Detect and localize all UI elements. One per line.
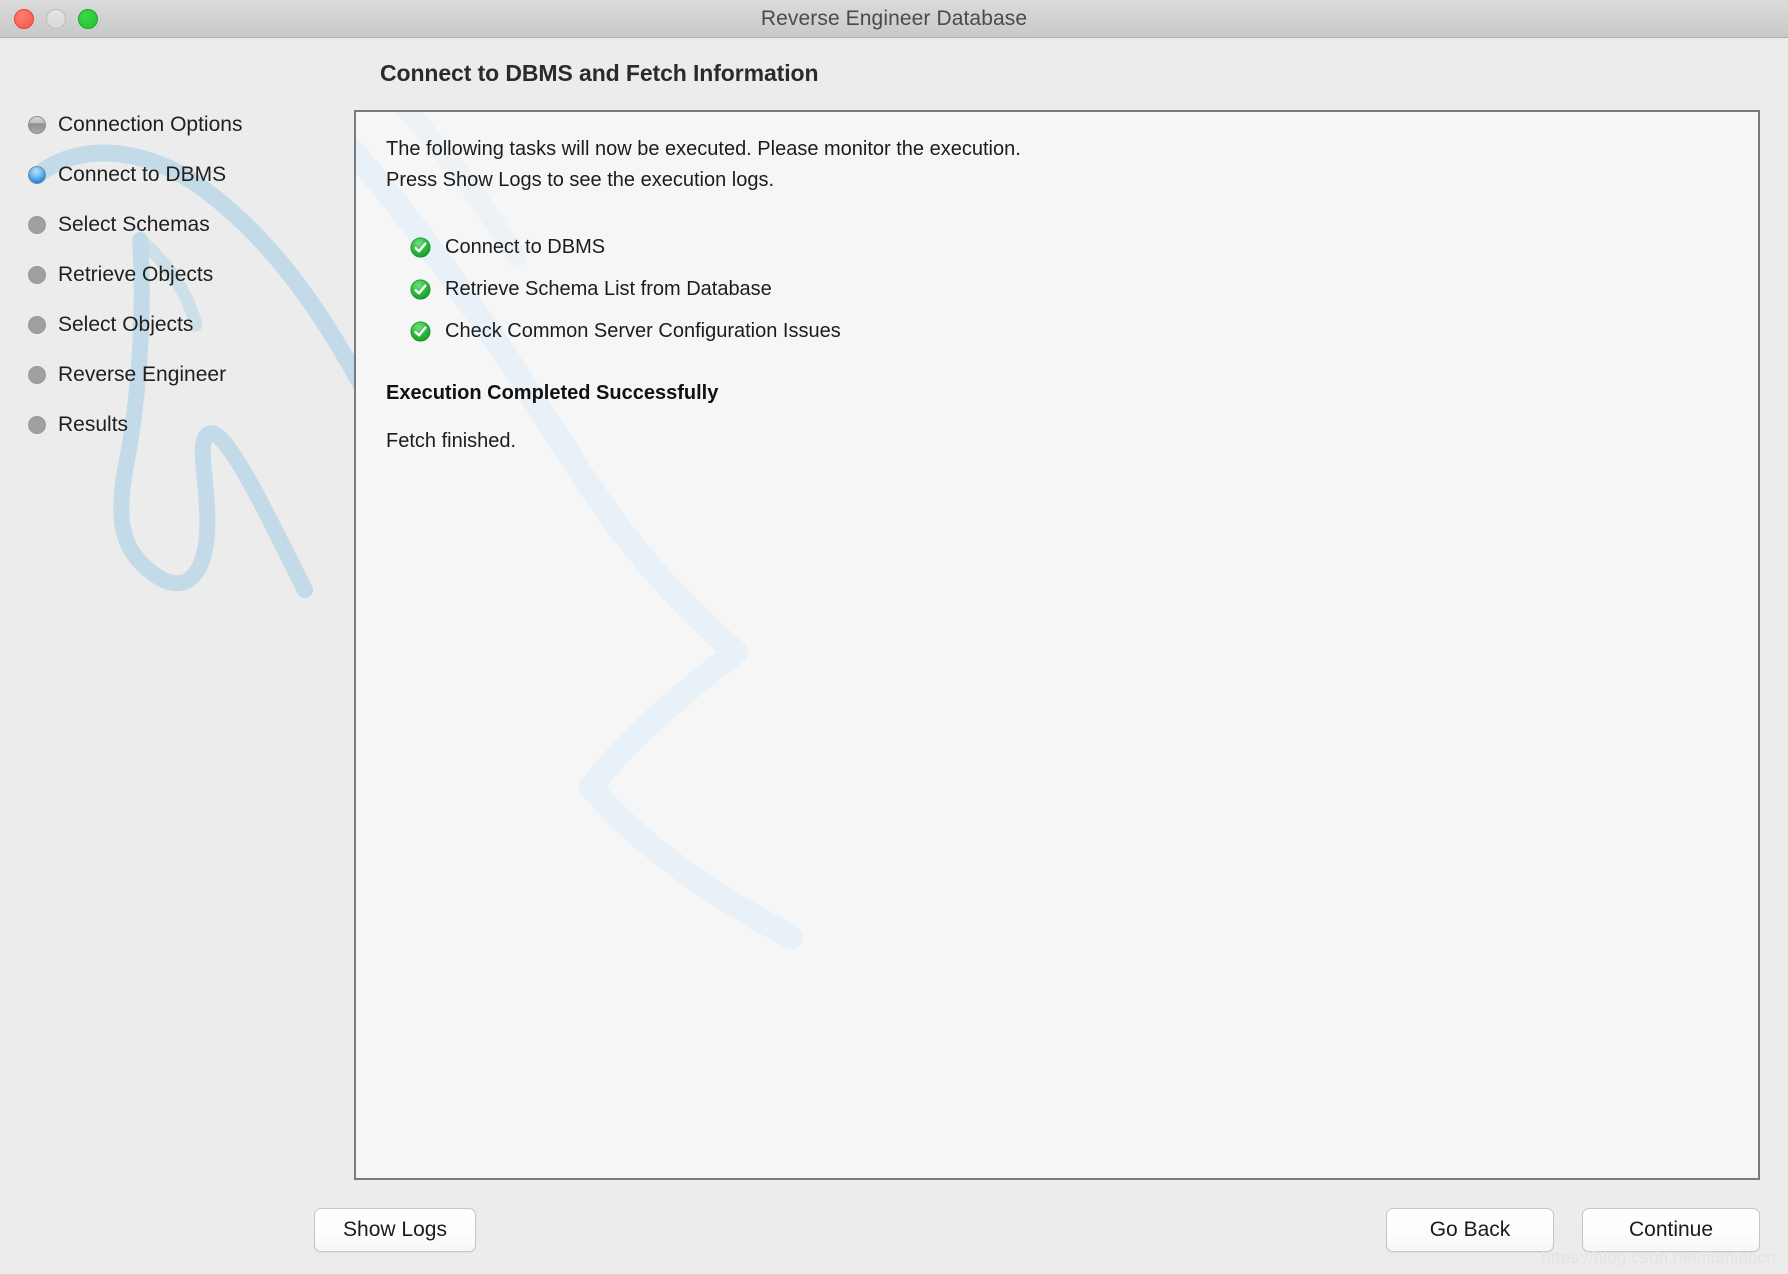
sidebar-step-retrieve-objects[interactable]: Retrieve Objects <box>0 250 340 300</box>
sidebar-step-label: Results <box>58 413 129 436</box>
sidebar-step-label: Connection Options <box>58 113 243 136</box>
execution-panel: The following tasks will now be executed… <box>354 110 1760 1180</box>
wizard-steps-sidebar: Connection Options Connect to DBMS Selec… <box>0 100 340 450</box>
sidebar-step-label: Select Schemas <box>58 213 210 236</box>
sidebar-step-reverse-engineer[interactable]: Reverse Engineer <box>0 350 340 400</box>
step-status-dot-pending-icon <box>28 366 46 384</box>
check-circle-icon <box>410 278 431 300</box>
step-status-dot-pending-icon <box>28 316 46 334</box>
task-label: Connect to DBMS <box>445 235 606 258</box>
show-logs-button[interactable]: Show Logs <box>314 1208 476 1252</box>
intro-text-line-2: Press Show Logs to see the execution log… <box>386 169 775 191</box>
go-back-button[interactable]: Go Back <box>1386 1208 1554 1252</box>
sidebar-step-select-objects[interactable]: Select Objects <box>0 300 340 350</box>
window-titlebar: Reverse Engineer Database <box>0 0 1788 38</box>
sidebar-step-label: Connect to DBMS <box>58 163 227 186</box>
window-title: Reverse Engineer Database <box>760 7 1028 30</box>
blog-watermark: https://blog.csdn.net/liumiaocn <box>1541 1248 1776 1267</box>
sidebar-step-label: Select Objects <box>58 313 194 336</box>
panel-content: The following tasks will now be executed… <box>356 112 1758 475</box>
execution-status-text: Execution Completed Successfully <box>386 382 719 404</box>
sidebar-step-connect-to-dbms[interactable]: Connect to DBMS <box>0 150 340 200</box>
sidebar-step-label: Retrieve Objects <box>58 263 214 286</box>
sidebar-step-connection-options[interactable]: Connection Options <box>0 100 340 150</box>
page-title: Connect to DBMS and Fetch Information <box>380 60 819 86</box>
intro-text-line-1: The following tasks will now be executed… <box>386 138 1021 160</box>
sidebar-step-results[interactable]: Results <box>0 400 340 450</box>
task-list: Connect to DBMS Retrieve Schema List fro… <box>410 226 1728 352</box>
step-status-dot-pending-icon <box>28 266 46 284</box>
step-status-dot-pending-icon <box>28 416 46 434</box>
check-circle-icon <box>410 236 431 258</box>
sidebar-step-label: Reverse Engineer <box>58 363 227 386</box>
step-status-dot-pending-icon <box>28 216 46 234</box>
continue-button[interactable]: Continue <box>1582 1208 1760 1252</box>
step-status-dot-active-icon <box>28 166 46 184</box>
reverse-engineer-database-window: Reverse Engineer Database Connect to DBM… <box>0 0 1788 1274</box>
check-circle-icon <box>410 320 431 342</box>
sidebar-step-select-schemas[interactable]: Select Schemas <box>0 200 340 250</box>
task-row: Retrieve Schema List from Database <box>410 268 1728 310</box>
task-row: Check Common Server Configuration Issues <box>410 310 1728 352</box>
step-status-dot-done-icon <box>28 116 46 134</box>
task-label: Check Common Server Configuration Issues <box>445 319 841 342</box>
execution-detail-text: Fetch finished. <box>386 430 517 452</box>
task-row: Connect to DBMS <box>410 226 1728 268</box>
task-label: Retrieve Schema List from Database <box>445 277 772 300</box>
